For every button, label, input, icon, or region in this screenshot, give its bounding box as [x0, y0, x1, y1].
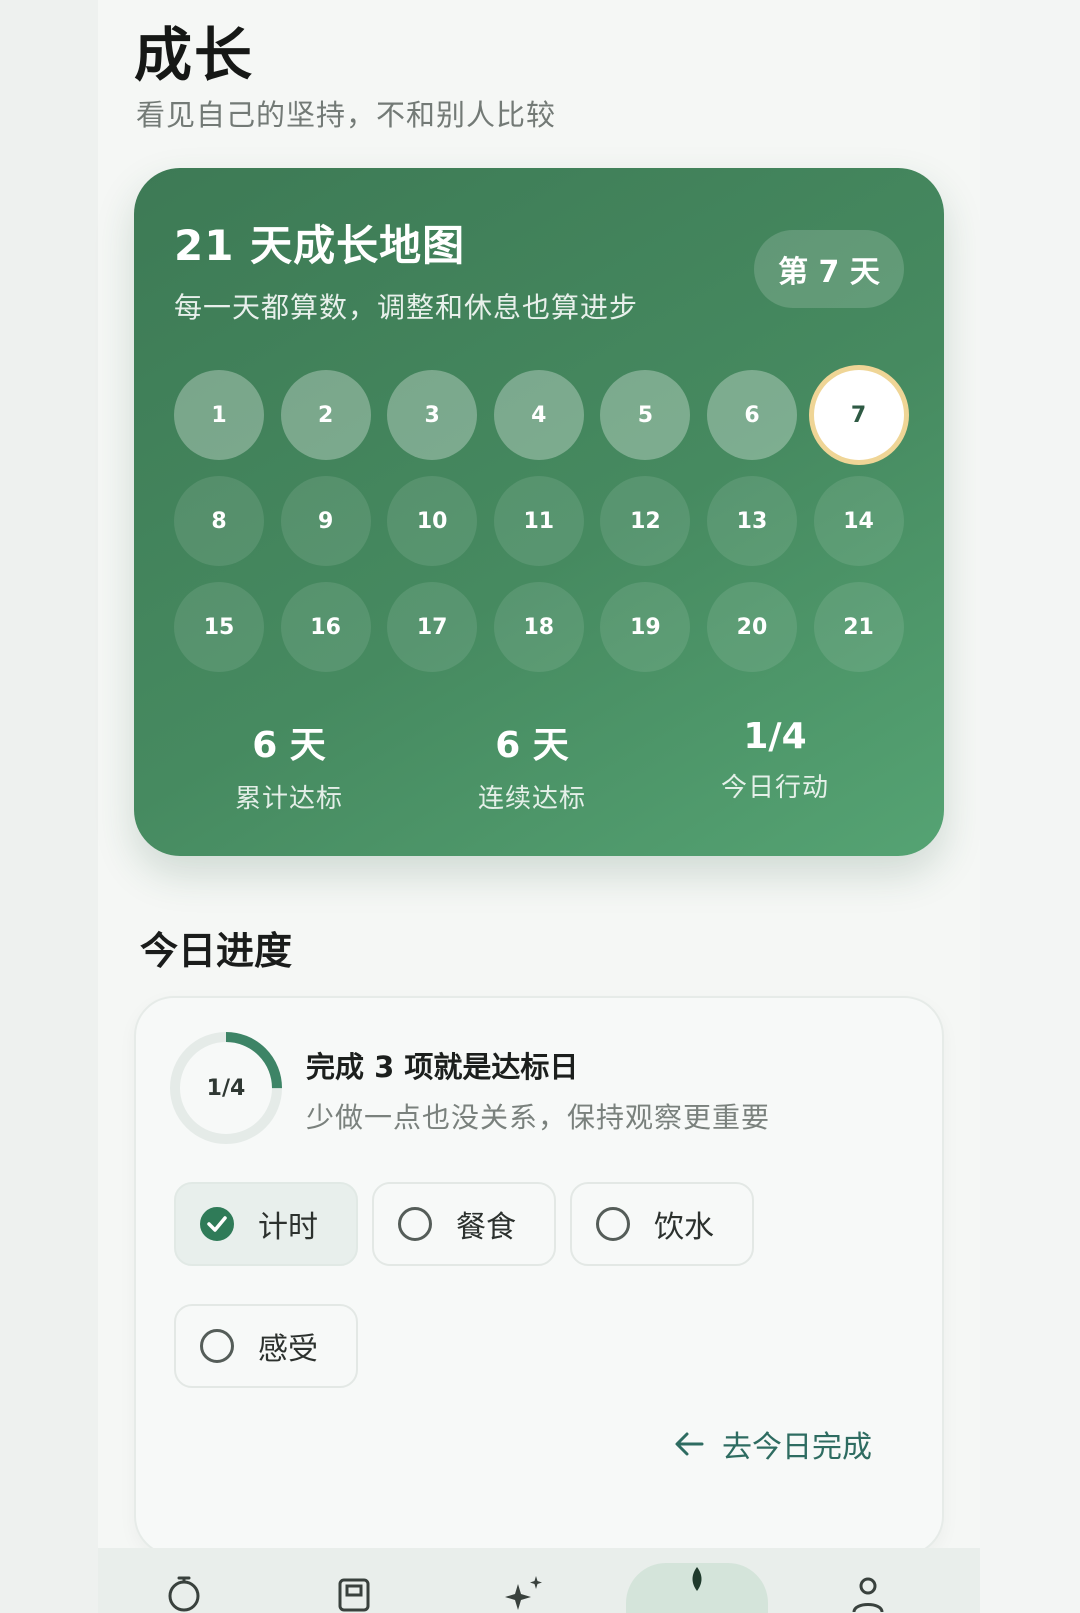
- day-cell[interactable]: 1: [174, 370, 264, 460]
- day-cell[interactable]: 4: [493, 370, 584, 460]
- stat-label: 累计达标: [234, 784, 343, 814]
- day-cell[interactable]: 7: [813, 370, 904, 460]
- stat-label: 今日行动: [720, 773, 829, 803]
- day-cell[interactable]: 12: [600, 476, 691, 566]
- day-grid: 1 2 3 4 5 6 7 8 9 10 11 12 13 14 15 16 1…: [174, 370, 904, 672]
- day-cell[interactable]: 11: [493, 476, 584, 566]
- stat-total: 6 天 累计达标: [154, 716, 424, 815]
- stats-row: 6 天 累计达标 6 天 连续达标 1/4 今日行动: [134, 716, 944, 815]
- checked-icon: [200, 1207, 234, 1241]
- today-progress-card: 1/4 完成 3 项就是达标日 少做一点也没关系，保持观察更重要 计时 餐食 饮…: [134, 996, 944, 1556]
- stat-today: 1/4 今日行动: [640, 716, 910, 815]
- stat-value: 6 天: [252, 725, 326, 766]
- go-link-label: 去今日完成: [722, 1430, 872, 1465]
- bottom-nav: [98, 1548, 980, 1613]
- day-cell[interactable]: 19: [600, 582, 691, 672]
- check-item-label: 感受: [258, 1332, 318, 1367]
- page-title: 成长: [134, 21, 255, 89]
- growth-map-subtitle: 每一天都算数，调整和休息也算进步: [174, 291, 639, 324]
- nav-item-profile[interactable]: [838, 1574, 898, 1613]
- nav-item-timer[interactable]: [154, 1574, 214, 1613]
- go-complete-today-link[interactable]: 去今日完成: [674, 1422, 872, 1466]
- day-cell[interactable]: 10: [387, 476, 478, 566]
- check-item-water[interactable]: 饮水: [570, 1182, 754, 1266]
- growth-page: 成长 看见自己的坚持，不和别人比较 21 天成长地图 每一天都算数，调整和休息也…: [98, 0, 980, 1613]
- sprout-icon: [692, 1567, 702, 1591]
- day-cell[interactable]: 16: [280, 582, 371, 672]
- day-cell[interactable]: 13: [706, 476, 797, 566]
- profile-icon: [852, 1577, 884, 1613]
- goal-title: 完成 3 项就是达标日: [306, 1050, 579, 1084]
- current-day-badge: 第 7 天: [754, 230, 904, 308]
- right-margin: [980, 0, 1080, 1613]
- check-item-timer[interactable]: 计时: [174, 1182, 358, 1266]
- nav-item-growth[interactable]: [626, 1563, 768, 1613]
- unchecked-circle-icon: [200, 1329, 234, 1363]
- sparkle-icon: [505, 1576, 542, 1610]
- day-cell[interactable]: 21: [813, 582, 904, 672]
- goal-description: 少做一点也没关系，保持观察更重要: [306, 1101, 771, 1134]
- section-title-today: 今日进度: [140, 929, 293, 973]
- page-subtitle: 看见自己的坚持，不和别人比较: [136, 98, 557, 132]
- stat-label: 连续达标: [477, 784, 586, 814]
- check-item-meal[interactable]: 餐食: [372, 1182, 556, 1266]
- nav-item-insights[interactable]: [494, 1574, 554, 1613]
- day-cell[interactable]: 2: [280, 370, 371, 460]
- stat-value: 6 天: [495, 725, 569, 766]
- day-cell[interactable]: 18: [493, 582, 584, 672]
- day-cell[interactable]: 5: [600, 370, 691, 460]
- day-cell[interactable]: 9: [280, 476, 371, 566]
- day-cell[interactable]: 3: [387, 370, 478, 460]
- day-cell[interactable]: 6: [706, 370, 797, 460]
- check-item-label: 计时: [258, 1210, 318, 1245]
- arrow-left-icon: [675, 1432, 704, 1456]
- check-item-label: 饮水: [654, 1210, 714, 1245]
- day-cell[interactable]: 8: [174, 476, 264, 566]
- nav-item-journal[interactable]: [324, 1574, 384, 1613]
- day-cell[interactable]: 14: [813, 476, 904, 566]
- growth-map-title: 21 天成长地图: [174, 221, 466, 270]
- unchecked-circle-icon: [596, 1207, 630, 1241]
- journal-icon: [338, 1578, 370, 1612]
- growth-map-card: 21 天成长地图 每一天都算数，调整和休息也算进步 第 7 天 1 2 3 4 …: [134, 168, 944, 856]
- check-item-feeling[interactable]: 感受: [174, 1304, 358, 1388]
- unchecked-circle-icon: [398, 1207, 432, 1241]
- stat-value: 1/4: [743, 716, 807, 757]
- timer-icon: [168, 1576, 200, 1612]
- day-cell[interactable]: 17: [387, 582, 478, 672]
- stat-streak: 6 天 连续达标: [397, 716, 667, 815]
- progress-ring-label: 1/4: [206, 1075, 246, 1101]
- day-cell[interactable]: 15: [174, 582, 264, 672]
- day-cell[interactable]: 20: [706, 582, 797, 672]
- check-item-label: 餐食: [456, 1210, 516, 1245]
